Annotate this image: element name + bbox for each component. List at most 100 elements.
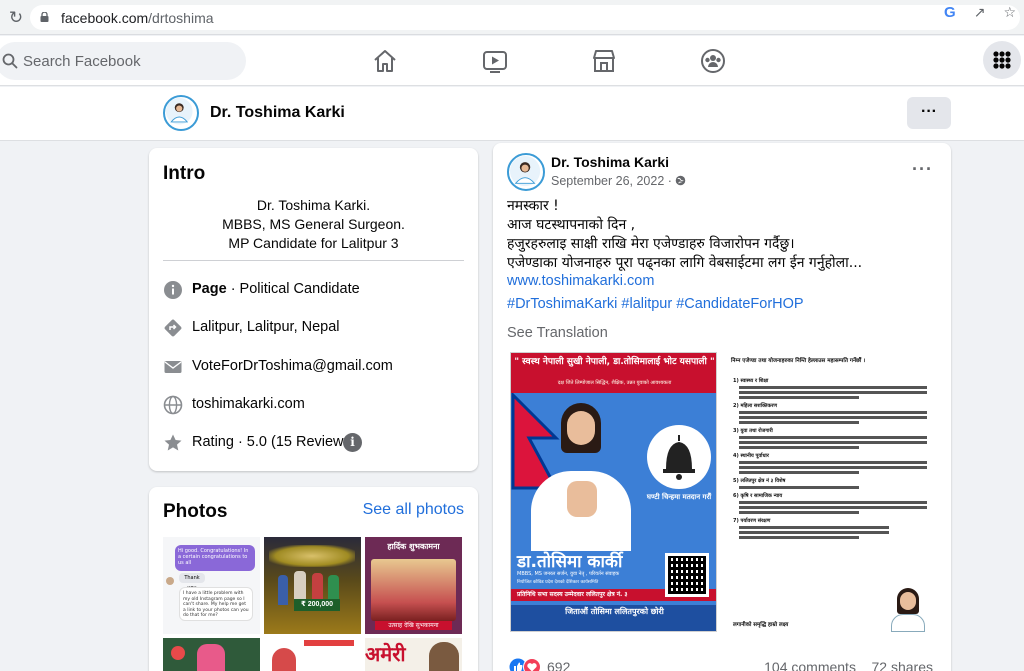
poster-caption: उत्साह देखि सुभकामना <box>375 621 452 630</box>
search-icon <box>2 53 18 69</box>
post-line: नमस्कार ! <box>507 198 559 214</box>
poster-credentials: MBBS, MS जनरल सर्जन, युवा नेतृ , परिवर्त… <box>517 571 620 577</box>
vote-symbol-text: घण्टी चिन्हमा मतदान गरौं <box>646 493 712 501</box>
page-header-bar: Dr. Toshima Karki ··· <box>0 87 1024 141</box>
qr-code <box>665 553 709 597</box>
doc-section-heading: 3) युवा तथा रोजगारी <box>733 428 773 434</box>
lock-icon <box>40 12 49 22</box>
photo-thumbnail[interactable]: Hi good. Congratulations! In a certain c… <box>163 537 260 634</box>
photos-title: Photos <box>163 501 228 522</box>
bio-line: Dr. Toshima Karki. <box>256 197 371 213</box>
email-text[interactable]: VoteForDrToshima@gmail.com <box>192 358 393 374</box>
rating-text[interactable]: Rating · 5.0 (15 Reviews) <box>192 434 356 450</box>
bookmark-star-icon[interactable]: ☆ <box>1003 4 1016 21</box>
browser-toolbar-icons: G ↗ ☆ <box>944 4 1016 21</box>
google-icon[interactable]: G <box>944 4 956 21</box>
post-hashtags[interactable]: #DrToshimaKarki #lalitpur #CandidateForH… <box>507 296 804 312</box>
profile-photo-icon <box>165 97 193 125</box>
poster-header: " स्वस्थ नेपाली सुखी नेपाली, डा.तोसिमाला… <box>511 353 716 393</box>
post-date[interactable]: September 26, 2022 · <box>551 174 686 188</box>
url-text: facebook.com/drtoshima <box>61 10 214 26</box>
comments-count[interactable]: 104 comments <box>764 659 856 671</box>
chat-bubble: I have a little problem with my old Inst… <box>179 587 253 621</box>
namaste-hands <box>567 481 597 517</box>
search-box[interactable] <box>0 42 246 80</box>
rating-info-icon[interactable]: i <box>343 433 362 452</box>
bio-line: MP Candidate for Lalitpur 3 <box>228 235 399 251</box>
intro-bio: Dr. Toshima Karki. MBBS, MS General Surg… <box>163 196 464 253</box>
post-image-agenda-document[interactable]: निम्न एजेण्डा तथा योजनाहरुका निम्ति हेल्… <box>729 352 931 632</box>
photo-thumbnail[interactable] <box>163 638 260 671</box>
rating-row: Rating · 5.0 (15 Reviews) i <box>163 431 473 455</box>
love-reaction-icon[interactable] <box>523 658 541 671</box>
photos-card: Photos See all photos Hi good. Congratul… <box>149 487 478 671</box>
doc-text-line <box>739 466 927 469</box>
doc-section-heading: 1) स्वास्थ्य र शिक्षा <box>733 378 769 384</box>
doc-text-line <box>739 441 927 444</box>
intro-divider <box>163 260 464 261</box>
page-category-row: Page · Political Candidate <box>163 278 473 302</box>
shares-count[interactable]: 72 shares <box>872 659 933 671</box>
doc-heading: निम्न एजेण्डा तथा योजनाहरुका निम्ति हेल्… <box>731 358 866 364</box>
url-field[interactable]: facebook.com/drtoshima <box>30 5 1020 30</box>
share-icon[interactable]: ↗ <box>974 4 986 21</box>
photo-thumbnail[interactable] <box>264 638 361 671</box>
post-line: एजेण्डाका योजनाहरु पूरा पढ्नका लागि वेबस… <box>507 255 863 271</box>
reload-icon[interactable]: ↻ <box>6 8 26 28</box>
intro-title: Intro <box>163 163 206 184</box>
doc-text-line <box>739 396 859 399</box>
see-translation-link[interactable]: See Translation <box>507 325 608 341</box>
watch-icon[interactable] <box>482 48 508 74</box>
marketplace-icon[interactable] <box>591 48 617 74</box>
see-all-photos-link[interactable]: See all photos <box>363 501 464 519</box>
doc-text-line <box>739 486 859 489</box>
poster-heading: हार्दिक शुभकामना <box>387 542 440 551</box>
decoration <box>304 640 354 646</box>
location-text[interactable]: Lalitpur, Lalitpur, Nepal <box>192 319 340 335</box>
groups-icon[interactable] <box>700 48 726 74</box>
doc-text-line <box>739 386 927 389</box>
doc-text-line <box>739 411 927 414</box>
post-reactions-bar: 692 104 comments 72 shares <box>507 657 947 671</box>
post-more-options-icon[interactable]: ··· <box>912 159 933 180</box>
post-date-text[interactable]: September 26, 2022 · <box>551 174 675 188</box>
page-name[interactable]: Dr. Toshima Karki <box>210 104 345 122</box>
decoration <box>171 646 185 660</box>
decoration <box>272 648 296 671</box>
cheque-board: ₹ 200,000 <box>294 599 340 611</box>
photo-thumbnail[interactable]: अमेरी <box>365 638 462 671</box>
post-line: हजुरहरुलाइ साक्षी राखि मेरा एजेण्डाहरु व… <box>507 236 795 252</box>
bell-icon <box>663 435 695 480</box>
doc-section-heading: 4) स्थानीय पूर्वाधार <box>733 453 769 459</box>
profile-photo-icon <box>509 155 541 187</box>
page-more-options-button[interactable]: ··· <box>907 97 951 129</box>
chat-bubble: Thank you <box>179 573 205 591</box>
doc-text-line <box>739 421 859 424</box>
home-icon[interactable] <box>372 48 398 74</box>
post-image-campaign-poster[interactable]: " स्वस्थ नेपाली सुखी नेपाली, डा.तोसिमाला… <box>510 352 717 632</box>
directions-icon <box>164 319 182 337</box>
group-photo <box>371 559 456 621</box>
doc-text-line <box>739 501 927 504</box>
search-input[interactable] <box>23 42 243 80</box>
person-figure <box>278 575 288 605</box>
poster-subtitle: दक्ष जिते लिम्पोजाल सिद्धिन, शैक्षिक, उन… <box>557 380 672 386</box>
doc-text-line <box>739 526 889 529</box>
apps-menu-button[interactable] <box>983 41 1021 79</box>
star-icon <box>164 434 182 451</box>
post-author-avatar[interactable] <box>507 153 545 191</box>
page-avatar[interactable] <box>163 95 199 131</box>
reactions-count[interactable]: 692 <box>547 659 570 671</box>
post-author-name[interactable]: Dr. Toshima Karki <box>551 154 669 170</box>
bio-line: MBBS, MS General Surgeon. <box>222 216 405 232</box>
post-website-link[interactable]: www.toshimakarki.com <box>507 273 654 289</box>
photo-thumbnail[interactable]: ₹ 200,000 <box>264 537 361 634</box>
doc-text-line <box>739 531 889 534</box>
bell-symbol <box>647 425 711 489</box>
post-line: आज घटस्थापनाको दिन , <box>507 217 636 233</box>
person-figure <box>197 644 225 671</box>
doc-section-heading: 6) कृषि र सामाजिक न्याय <box>733 493 783 499</box>
photo-thumbnail[interactable]: हार्दिक शुभकामना उत्साह देखि सुभकामना <box>365 537 462 634</box>
globe-icon <box>163 395 183 415</box>
website-link[interactable]: toshimakarki.com <box>192 396 305 412</box>
